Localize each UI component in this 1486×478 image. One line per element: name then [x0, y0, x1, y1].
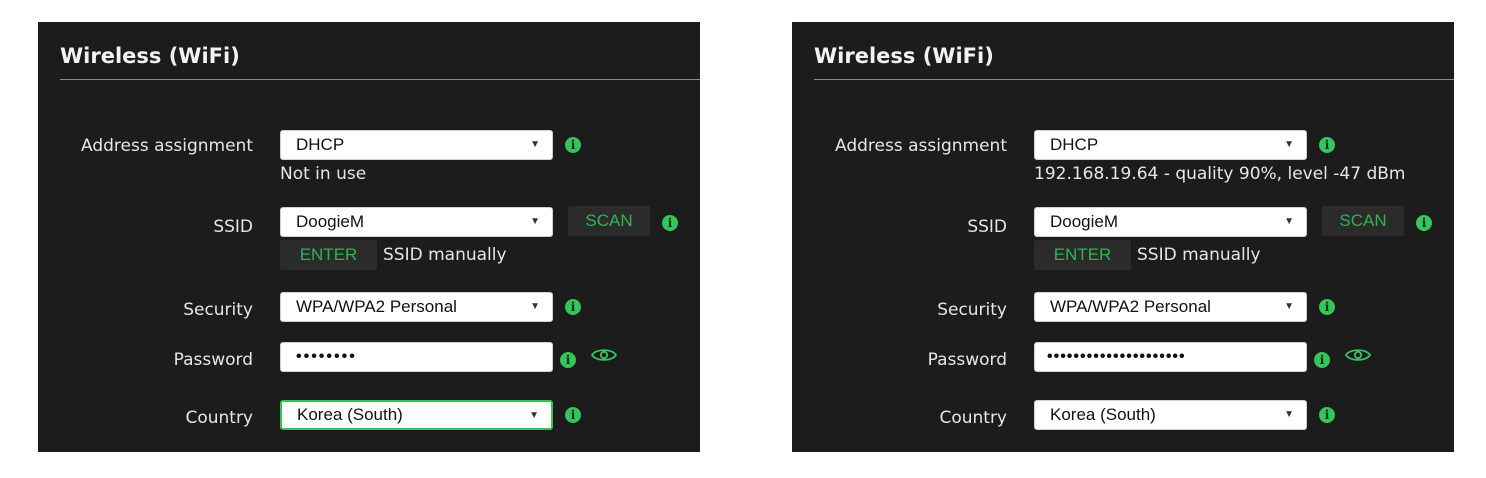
info-icon[interactable]: i [565, 407, 581, 423]
country-value: Korea (South) [297, 405, 403, 424]
security-value: WPA/WPA2 Personal [1050, 297, 1211, 316]
chevron-down-icon: ▼ [530, 216, 540, 227]
info-icon[interactable]: i [1319, 407, 1335, 423]
address-assignment-select[interactable]: DHCP ▼ [1034, 130, 1307, 160]
password-label: Password [173, 350, 253, 370]
address-status-text: Not in use [280, 164, 367, 184]
chevron-down-icon: ▼ [530, 301, 540, 312]
password-input[interactable]: •••••••• [280, 342, 553, 372]
chevron-down-icon: ▼ [1284, 409, 1294, 420]
eye-icon[interactable] [1345, 347, 1371, 363]
scan-button[interactable]: SCAN [1322, 206, 1404, 236]
ssid-label: SSID [967, 217, 1007, 237]
info-icon[interactable]: i [1314, 352, 1330, 368]
country-label: Country [185, 408, 253, 428]
info-icon[interactable]: i [1416, 215, 1432, 231]
chevron-down-icon: ▼ [1284, 301, 1294, 312]
enter-ssid-suffix: SSID manually [1137, 245, 1261, 265]
ssid-value: DoogieM [296, 212, 365, 231]
enter-ssid-button[interactable]: ENTER [1034, 240, 1131, 270]
enter-ssid-button[interactable]: ENTER [280, 240, 377, 270]
enter-ssid-suffix: SSID manually [383, 245, 507, 265]
address-assignment-value: DHCP [296, 135, 345, 154]
info-icon[interactable]: i [565, 299, 581, 315]
panel-title: Wireless (WiFi) [814, 44, 994, 68]
info-icon[interactable]: i [1319, 299, 1335, 315]
country-select[interactable]: Korea (South) ▼ [1034, 400, 1307, 430]
chevron-down-icon: ▼ [529, 410, 539, 421]
wifi-panel-left: Wireless (WiFi) Address assignment DHCP … [38, 22, 700, 452]
address-assignment-select[interactable]: DHCP ▼ [280, 130, 553, 160]
scan-button[interactable]: SCAN [568, 206, 650, 236]
info-icon[interactable]: i [662, 215, 678, 231]
info-icon[interactable]: i [565, 137, 581, 153]
password-input[interactable]: ••••••••••••••••••••• [1034, 342, 1307, 372]
info-icon[interactable]: i [560, 352, 576, 368]
chevron-down-icon: ▼ [530, 139, 540, 150]
title-divider [814, 79, 1454, 80]
country-value: Korea (South) [1050, 405, 1156, 424]
security-select[interactable]: WPA/WPA2 Personal ▼ [280, 292, 553, 322]
ssid-value: DoogieM [1050, 212, 1119, 231]
security-select[interactable]: WPA/WPA2 Personal ▼ [1034, 292, 1307, 322]
address-assignment-label: Address assignment [81, 136, 253, 156]
security-value: WPA/WPA2 Personal [296, 297, 457, 316]
security-label: Security [937, 300, 1007, 320]
address-status-text: 192.168.19.64 - quality 90%, level -47 d… [1034, 164, 1406, 184]
info-icon[interactable]: i [1319, 137, 1335, 153]
security-label: Security [183, 300, 253, 320]
chevron-down-icon: ▼ [1284, 139, 1294, 150]
eye-icon[interactable] [591, 347, 617, 363]
wifi-panel-right: Wireless (WiFi) Address assignment DHCP … [792, 22, 1454, 452]
title-divider [60, 79, 700, 80]
panel-title: Wireless (WiFi) [60, 44, 240, 68]
country-label: Country [939, 408, 1007, 428]
ssid-select[interactable]: DoogieM ▼ [280, 207, 553, 237]
country-select[interactable]: Korea (South) ▼ [280, 400, 553, 430]
address-assignment-label: Address assignment [835, 136, 1007, 156]
password-label: Password [927, 350, 1007, 370]
address-assignment-value: DHCP [1050, 135, 1099, 154]
ssid-label: SSID [213, 217, 253, 237]
ssid-select[interactable]: DoogieM ▼ [1034, 207, 1307, 237]
chevron-down-icon: ▼ [1284, 216, 1294, 227]
